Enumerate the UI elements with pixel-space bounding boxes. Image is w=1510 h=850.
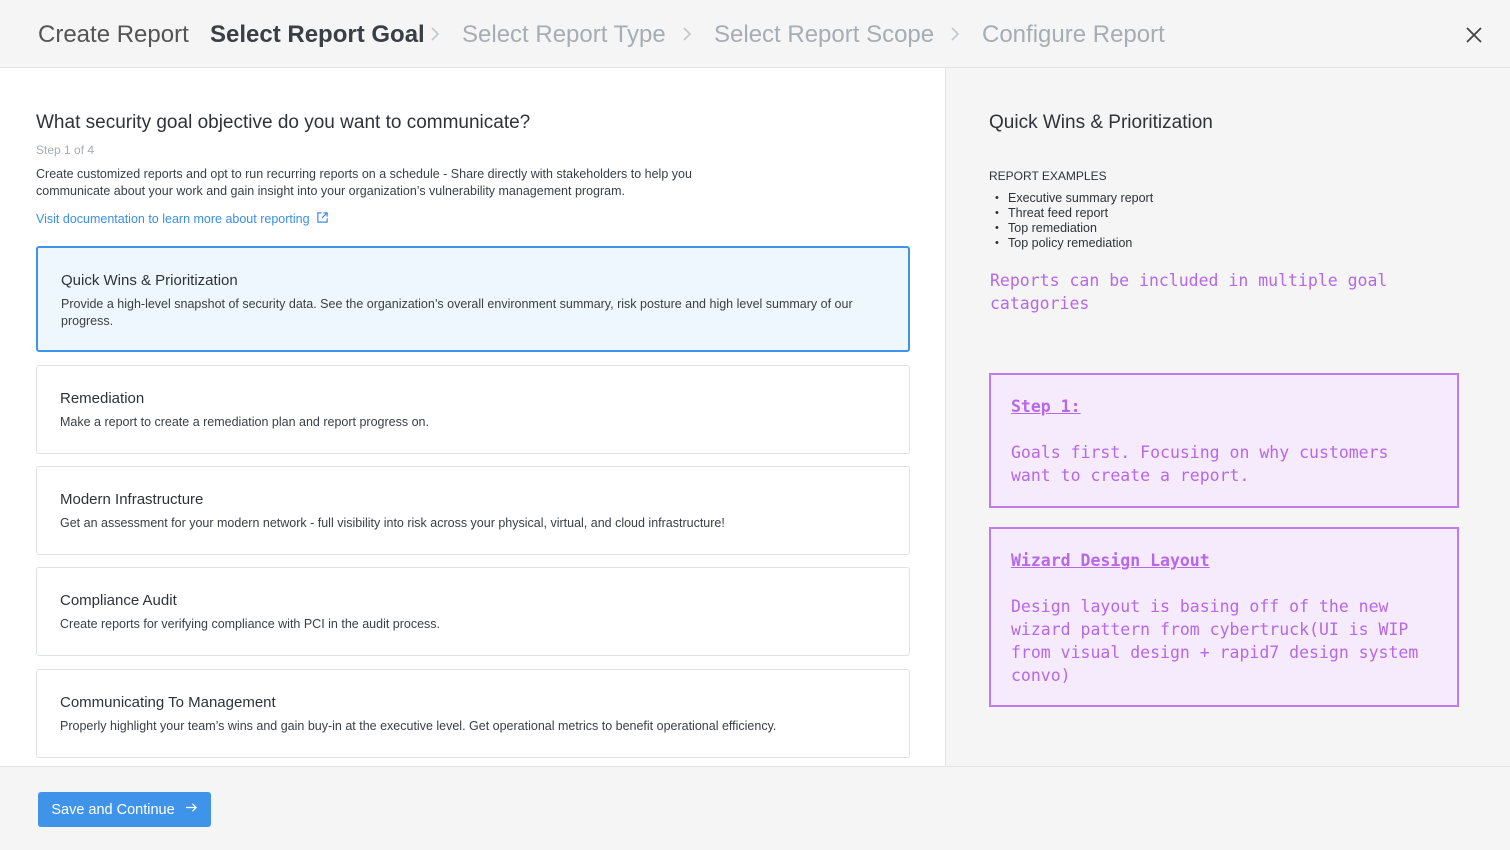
annotation-heading: Wizard Design Layout — [1011, 551, 1210, 570]
wizard-title: Create Report — [38, 21, 189, 48]
goal-card-compliance-audit[interactable]: Compliance Audit Create reports for veri… — [36, 567, 910, 656]
page-description: Create customized reports and opt to run… — [36, 167, 692, 198]
annotation-body: Goals first. Focusing on why customers w… — [1011, 443, 1389, 485]
goal-card-communicating-to-management[interactable]: Communicating To Management Properly hig… — [36, 669, 910, 758]
goal-card-title: Modern Infrastructure — [60, 491, 204, 508]
step-indicator: Step 1 of 4 — [36, 143, 95, 157]
report-examples-list: Executive summary report Threat feed rep… — [989, 191, 1153, 251]
close-icon[interactable] — [1462, 23, 1486, 47]
list-item: Top policy remediation — [989, 236, 1153, 251]
list-item: Executive summary report — [989, 191, 1153, 206]
page-question: What security goal objective do you want… — [36, 112, 531, 133]
external-link-icon — [316, 211, 329, 227]
step-select-report-type[interactable]: Select Report Type — [462, 21, 666, 49]
step-configure-report[interactable]: Configure Report — [982, 21, 1165, 49]
goal-card-quick-wins[interactable]: Quick Wins & Prioritization Provide a hi… — [36, 246, 910, 352]
save-button-label: Save and Continue — [51, 801, 175, 818]
annotation-wizard-design-layout: Wizard Design Layout Design layout is ba… — [989, 527, 1459, 707]
goal-card-description: Create reports for verifying compliance … — [60, 617, 441, 631]
list-item: Top remediation — [989, 221, 1153, 236]
goal-card-title: Communicating To Management — [60, 694, 276, 711]
goal-card-description: Provide a high-level snapshot of securit… — [61, 297, 853, 328]
arrow-right-icon — [185, 801, 198, 818]
annotation-heading: Step 1: — [1011, 397, 1081, 416]
chevron-right-icon — [678, 24, 696, 44]
annotation-body: Design layout is basing off of the new w… — [1011, 597, 1419, 685]
goal-card-title: Quick Wins & Prioritization — [61, 272, 238, 289]
documentation-link[interactable]: Visit documentation to learn more about … — [36, 211, 329, 227]
wizard-header: Create Report Select Report Goal Select … — [0, 0, 1510, 68]
goal-card-remediation[interactable]: Remediation Make a report to create a re… — [36, 365, 910, 454]
goal-card-description: Properly highlight your team’s wins and … — [60, 719, 777, 733]
annotation-step-1: Step 1: Goals first. Focusing on why cus… — [989, 373, 1459, 508]
goal-selection-panel: What security goal objective do you want… — [0, 68, 946, 766]
goal-card-description: Get an assessment for your modern networ… — [60, 516, 725, 530]
goal-card-title: Remediation — [60, 390, 145, 407]
step-select-report-goal[interactable]: Select Report Goal — [210, 21, 425, 49]
goal-card-modern-infrastructure[interactable]: Modern Infrastructure Get an assessment … — [36, 466, 910, 555]
step-select-report-scope[interactable]: Select Report Scope — [714, 21, 934, 49]
goal-card-description: Make a report to create a remediation pl… — [60, 415, 429, 429]
details-title: Quick Wins & Prioritization — [989, 112, 1213, 133]
design-note: Reports can be included in multiple goal… — [990, 271, 1388, 313]
goal-details-panel: Quick Wins & Prioritization REPORT EXAMP… — [947, 68, 1510, 766]
goal-card-title: Compliance Audit — [60, 592, 177, 609]
chevron-right-icon — [946, 24, 964, 44]
chevron-right-icon — [426, 24, 444, 44]
save-and-continue-button[interactable]: Save and Continue — [38, 792, 211, 827]
list-item: Threat feed report — [989, 206, 1153, 221]
wizard-footer: Save and Continue — [0, 766, 1510, 850]
report-examples-heading: REPORT EXAMPLES — [989, 169, 1107, 183]
documentation-link-label[interactable]: Visit documentation to learn more about … — [36, 212, 310, 226]
